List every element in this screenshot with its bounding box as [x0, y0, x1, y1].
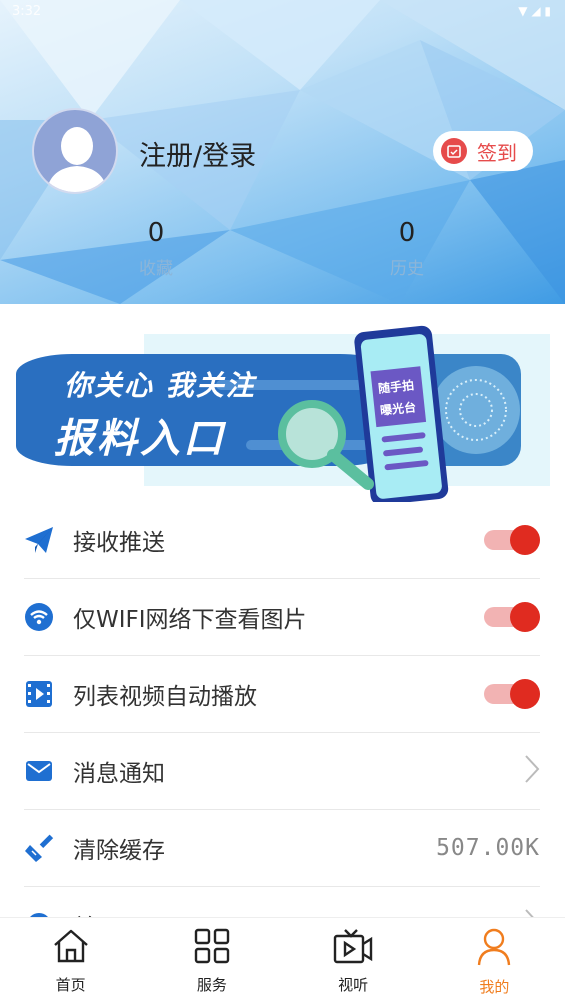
signin-label: 签到	[477, 140, 517, 165]
favorites-stat[interactable]: 0 收藏	[96, 218, 216, 279]
setting-label: 消息通知	[73, 760, 165, 787]
setting-wifi-images[interactable]: 仅WIFI网络下查看图片	[24, 578, 540, 656]
calendar-icon	[441, 138, 467, 164]
nav-home[interactable]: 首页	[0, 918, 141, 1005]
history-count: 0	[398, 218, 416, 248]
nav-media[interactable]: 视听	[283, 918, 424, 1005]
banner-line1: 你关心 我关注	[64, 369, 256, 402]
autoplay-toggle[interactable]	[484, 678, 540, 709]
user-silhouette-icon	[46, 127, 108, 192]
video-icon	[24, 679, 54, 709]
history-label: 历史	[390, 259, 424, 279]
nav-mine-label: 我的	[479, 978, 510, 996]
nav-mine[interactable]: 我的	[424, 918, 565, 1005]
history-stat[interactable]: 0 历史	[347, 218, 467, 279]
setting-notifications[interactable]: 消息通知	[24, 732, 540, 810]
setting-label: 仅WIFI网络下查看图片	[73, 606, 307, 633]
signin-button[interactable]: 签到	[433, 131, 533, 171]
home-icon	[52, 928, 90, 968]
nav-services[interactable]: 服务	[141, 918, 282, 1005]
status-icons: ▼ ◢ ▮	[518, 4, 551, 18]
setting-push[interactable]: 接收推送	[24, 501, 540, 579]
wifi-images-toggle[interactable]	[484, 601, 540, 632]
bottom-nav: 首页 服务 视听 我的	[0, 917, 565, 1005]
login-link[interactable]: 注册/登录	[139, 134, 256, 173]
wifi-icon	[24, 602, 54, 632]
setting-clear-cache[interactable]: 清除缓存 507.00K	[24, 809, 540, 887]
favorites-count: 0	[147, 218, 165, 248]
favorites-label: 收藏	[139, 259, 173, 279]
grid-icon	[194, 928, 230, 968]
cache-size: 507.00K	[436, 834, 540, 861]
nav-services-label: 服务	[196, 976, 227, 994]
user-icon	[477, 928, 511, 970]
broom-icon	[24, 833, 54, 863]
setting-autoplay[interactable]: 列表视频自动播放	[24, 655, 540, 733]
avatar[interactable]	[32, 108, 118, 194]
paper-plane-icon	[24, 525, 54, 555]
profile-header: 3:32 ▼ ◢ ▮ 注册/登录 签到 0 收藏 0 历史	[0, 0, 565, 304]
report-banner[interactable]: 你关心 我关注 报料入口 随手拍 曝光台	[16, 322, 550, 506]
setting-label: 列表视频自动播放	[73, 683, 257, 710]
nav-home-label: 首页	[55, 976, 86, 994]
chevron-right-icon	[524, 754, 540, 788]
setting-label: 接收推送	[73, 529, 165, 556]
banner-line2: 报料入口	[54, 416, 226, 462]
tv-icon	[333, 928, 373, 968]
envelope-icon	[24, 756, 54, 786]
setting-label: 清除缓存	[73, 837, 165, 864]
nav-media-label: 视听	[338, 976, 369, 994]
push-toggle[interactable]	[484, 524, 540, 555]
status-time: 3:32	[12, 4, 42, 19]
